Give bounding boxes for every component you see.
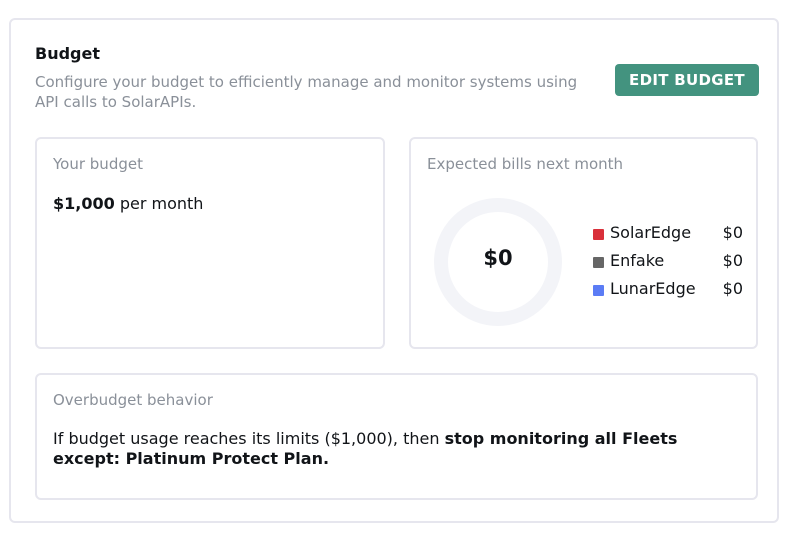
legend-item: SolarEdge $0 <box>593 223 743 251</box>
legend-name: LunarEdge <box>610 279 696 298</box>
legend-swatch-square-icon <box>593 229 604 240</box>
expected-bills-panel: Expected bills next month $0 SolarEdge $… <box>409 137 758 349</box>
bills-legend: SolarEdge $0 Enfake $0 LunarEdge $0 <box>593 223 743 307</box>
legend-value: $0 <box>722 279 743 298</box>
budget-amount: $1,000 <box>53 194 115 213</box>
legend-name: SolarEdge <box>610 223 692 242</box>
overbudget-text: If budget usage reaches its limits ($1,0… <box>53 429 733 469</box>
overbudget-label: Overbudget behavior <box>53 391 213 409</box>
your-budget-label: Your budget <box>53 155 143 173</box>
legend-swatch-square-icon <box>593 257 604 268</box>
budget-description: Configure your budget to efficiently man… <box>35 73 578 111</box>
budget-card: Budget Configure your budget to efficien… <box>9 18 779 523</box>
legend-item: Enfake $0 <box>593 251 743 279</box>
legend-swatch-square-icon <box>593 285 604 296</box>
legend-value: $0 <box>722 223 743 242</box>
legend-name: Enfake <box>610 251 665 270</box>
overbudget-panel: Overbudget behavior If budget usage reac… <box>35 373 758 500</box>
legend-value: $0 <box>722 251 743 270</box>
legend-item: LunarEdge $0 <box>593 279 743 307</box>
your-budget-panel: Your budget $1,000 per month <box>35 137 385 349</box>
budget-period: per month <box>114 194 204 213</box>
budget-title: Budget <box>35 44 100 63</box>
edit-budget-button[interactable]: EDIT BUDGET <box>615 64 759 96</box>
expected-bills-label: Expected bills next month <box>427 155 624 173</box>
budget-value: $1,000 per month <box>53 194 203 213</box>
bills-total: $0 <box>483 246 513 270</box>
overbudget-text-prefix: If budget usage reaches its limits ($1,0… <box>53 429 445 448</box>
